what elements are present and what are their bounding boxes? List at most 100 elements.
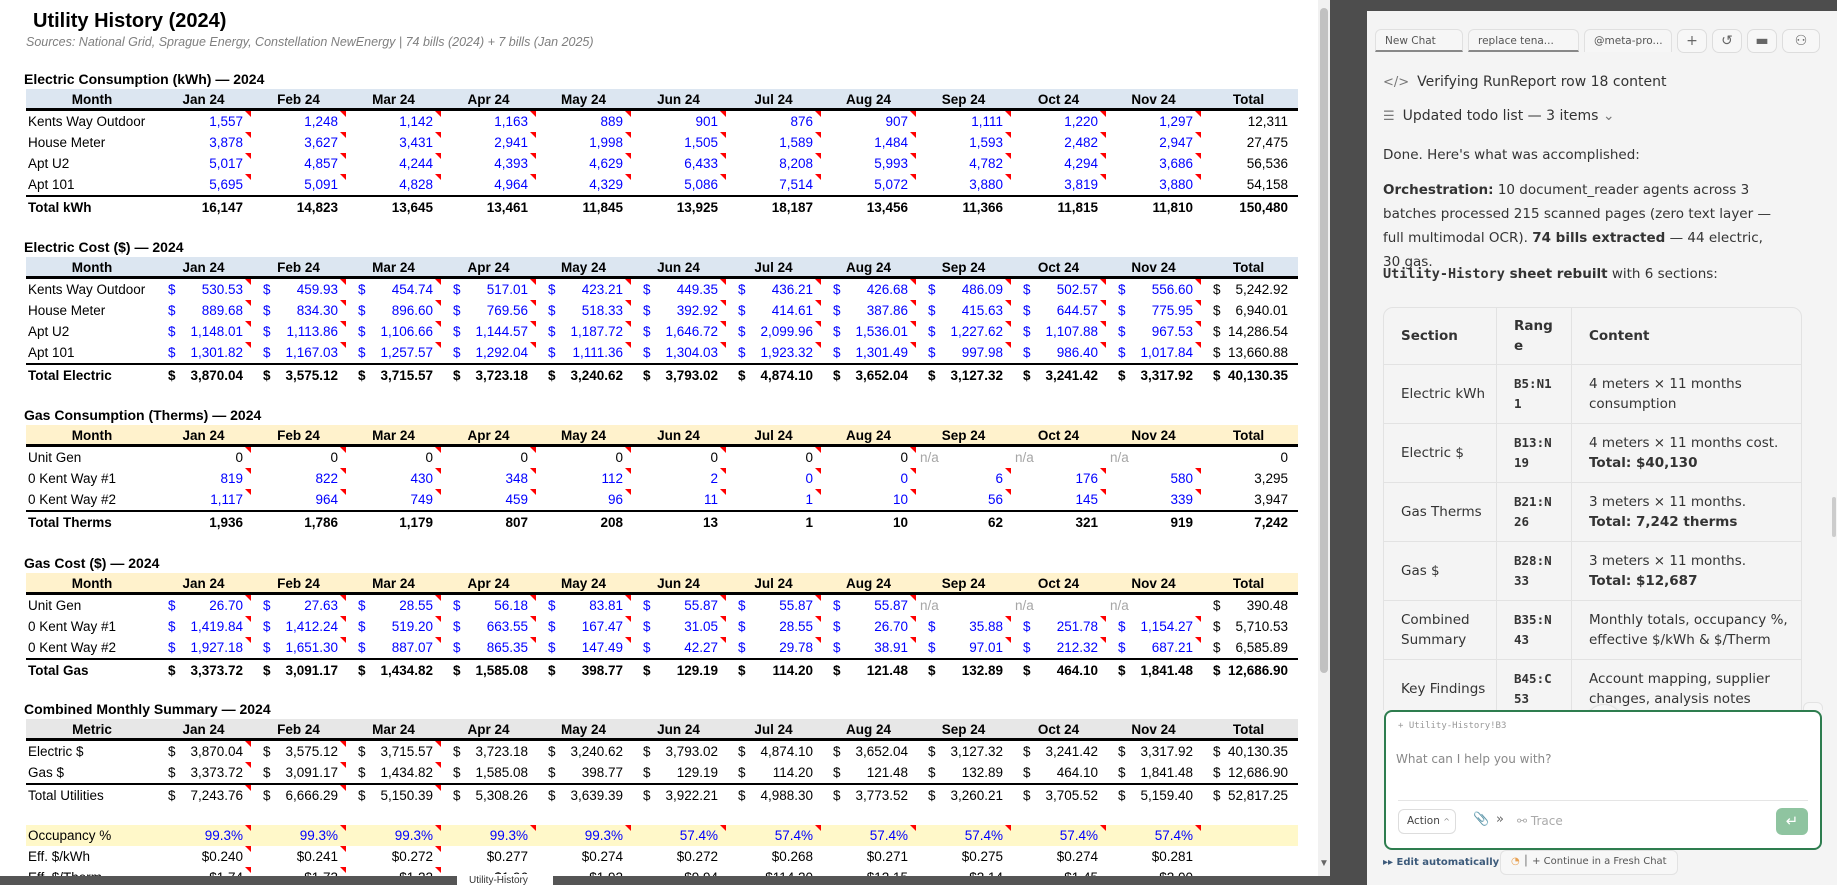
row-label[interactable]: 0 Kent Way #2 bbox=[26, 637, 156, 658]
cell[interactable]: 1,179 bbox=[346, 512, 441, 531]
cell[interactable]: $0.241 bbox=[251, 846, 346, 867]
cell[interactable]: 57.4% bbox=[916, 825, 1011, 846]
column-header[interactable]: Oct 24 bbox=[1011, 89, 1106, 108]
cell[interactable]: $3,373.72 bbox=[156, 660, 251, 679]
cell[interactable]: $1,227.62 bbox=[916, 321, 1011, 342]
cell[interactable]: 0 bbox=[156, 447, 251, 468]
cell[interactable]: 112 bbox=[536, 468, 631, 489]
total-cell[interactable]: $12,686.90 bbox=[1201, 660, 1296, 679]
cell[interactable]: 96 bbox=[536, 489, 631, 510]
cell[interactable]: $42.27 bbox=[631, 637, 726, 658]
cell[interactable]: 901 bbox=[631, 111, 726, 132]
column-header[interactable]: Jul 24 bbox=[726, 573, 821, 592]
total-cell[interactable]: 150,480 bbox=[1201, 197, 1296, 216]
chat-input-box[interactable]: + Utility-History!B3 What can I help you… bbox=[1384, 710, 1822, 850]
cell[interactable]: 1 bbox=[726, 512, 821, 531]
cell[interactable]: 4,782 bbox=[916, 153, 1011, 174]
cell[interactable]: 57.4% bbox=[1106, 825, 1201, 846]
cell[interactable]: $1,412.24 bbox=[251, 616, 346, 637]
cell[interactable]: 0 bbox=[821, 468, 916, 489]
cell[interactable]: 580 bbox=[1106, 468, 1201, 489]
cell[interactable]: 0 bbox=[346, 447, 441, 468]
row-label[interactable]: Eff. $/Therm bbox=[26, 867, 156, 876]
cell[interactable]: 0 bbox=[631, 447, 726, 468]
cell[interactable]: $0.272 bbox=[346, 846, 441, 867]
cell[interactable]: $414.61 bbox=[726, 300, 821, 321]
cell[interactable]: $2.00 bbox=[1106, 867, 1201, 876]
chevron-up-icon[interactable]: ︿ bbox=[1804, 703, 1822, 710]
cell[interactable]: 4,857 bbox=[251, 153, 346, 174]
row-label[interactable]: Eff. $/kWh bbox=[26, 846, 156, 867]
cell[interactable]: n/a bbox=[1011, 447, 1106, 468]
column-header[interactable]: Jun 24 bbox=[631, 425, 726, 444]
cell[interactable]: $121.48 bbox=[821, 762, 916, 783]
cell[interactable]: $834.30 bbox=[251, 300, 346, 321]
cell[interactable]: n/a bbox=[1011, 595, 1106, 616]
total-cell[interactable]: $12,686.90 bbox=[1201, 762, 1296, 783]
column-header[interactable]: Nov 24 bbox=[1106, 257, 1201, 276]
chat-messages[interactable]: </> Verifying RunReport row 18 content ☰ U… bbox=[1367, 61, 1837, 710]
cell[interactable]: $464.10 bbox=[1011, 660, 1106, 679]
cell[interactable]: $1,107.88 bbox=[1011, 321, 1106, 342]
cell[interactable]: $1,257.57 bbox=[346, 342, 441, 363]
cell[interactable]: $147.49 bbox=[536, 637, 631, 658]
cell[interactable]: $5,308.26 bbox=[441, 785, 536, 804]
cell[interactable]: $0.272 bbox=[631, 846, 726, 867]
column-header[interactable]: Apr 24 bbox=[441, 573, 536, 592]
cell[interactable]: $1,301.49 bbox=[821, 342, 916, 363]
cell[interactable]: 10 bbox=[821, 489, 916, 510]
cell[interactable]: $1.45 bbox=[1011, 867, 1106, 876]
cell[interactable]: $1,923.32 bbox=[726, 342, 821, 363]
plus-icon[interactable]: + bbox=[1677, 29, 1707, 53]
total-cell[interactable]: 7,242 bbox=[1201, 512, 1296, 531]
column-header[interactable]: Nov 24 bbox=[1106, 89, 1201, 108]
cell[interactable]: 99.3% bbox=[441, 825, 536, 846]
column-header[interactable]: Jan 24 bbox=[156, 425, 251, 444]
column-header[interactable]: May 24 bbox=[536, 719, 631, 738]
total-cell[interactable]: $5,710.53 bbox=[1201, 616, 1296, 637]
context-chip[interactable]: + Utility-History!B3 bbox=[1398, 721, 1506, 731]
cell[interactable]: 430 bbox=[346, 468, 441, 489]
column-header[interactable]: Oct 24 bbox=[1011, 573, 1106, 592]
sheet-vertical-scrollbar[interactable]: ▼ bbox=[1318, 0, 1330, 876]
cell[interactable]: $392.92 bbox=[631, 300, 726, 321]
cell[interactable]: $3,723.18 bbox=[441, 741, 536, 762]
cell[interactable]: $1.74 bbox=[156, 867, 251, 876]
cell[interactable]: $3,241.42 bbox=[1011, 365, 1106, 384]
cell[interactable]: $1.73 bbox=[251, 867, 346, 876]
total-cell[interactable] bbox=[1201, 867, 1296, 876]
cell[interactable]: $1,585.08 bbox=[441, 660, 536, 679]
total-cell[interactable]: $14,286.54 bbox=[1201, 321, 1296, 342]
cell[interactable]: $518.33 bbox=[536, 300, 631, 321]
cell[interactable]: $967.53 bbox=[1106, 321, 1201, 342]
cell[interactable]: $3,793.02 bbox=[631, 741, 726, 762]
cell[interactable]: 1,557 bbox=[156, 111, 251, 132]
continue-fresh-chat-button[interactable]: ◔ │ + Continue in a Fresh Chat bbox=[1500, 850, 1678, 875]
column-header[interactable]: Total bbox=[1201, 89, 1296, 108]
folder-icon[interactable]: ▬ bbox=[1747, 29, 1777, 53]
column-header[interactable]: Oct 24 bbox=[1011, 257, 1106, 276]
cell[interactable]: $1,646.72 bbox=[631, 321, 726, 342]
cell[interactable]: $1,304.03 bbox=[631, 342, 726, 363]
cell[interactable]: $3,127.32 bbox=[916, 741, 1011, 762]
column-header[interactable]: Total bbox=[1201, 573, 1296, 592]
cell[interactable]: 57.4% bbox=[821, 825, 916, 846]
cell[interactable]: 0 bbox=[251, 447, 346, 468]
row-label[interactable]: Kents Way Outdoor bbox=[26, 279, 156, 300]
cell[interactable]: $1,419.84 bbox=[156, 616, 251, 637]
cell[interactable]: $167.47 bbox=[536, 616, 631, 637]
row-label[interactable]: Apt 101 bbox=[26, 174, 156, 195]
cell[interactable]: 5,017 bbox=[156, 153, 251, 174]
cell[interactable]: $486.09 bbox=[916, 279, 1011, 300]
cell[interactable]: $449.35 bbox=[631, 279, 726, 300]
total-cell[interactable]: 12,311 bbox=[1201, 111, 1296, 132]
cell[interactable]: 1,297 bbox=[1106, 111, 1201, 132]
cell[interactable]: $519.20 bbox=[346, 616, 441, 637]
cell[interactable]: $26.70 bbox=[156, 595, 251, 616]
cell[interactable]: 99.3% bbox=[346, 825, 441, 846]
cell[interactable]: $0.274 bbox=[536, 846, 631, 867]
cell[interactable]: 2,482 bbox=[1011, 132, 1106, 153]
cell[interactable]: 4,294 bbox=[1011, 153, 1106, 174]
total-cell[interactable] bbox=[1201, 846, 1296, 867]
cell[interactable]: $3,317.92 bbox=[1106, 741, 1201, 762]
